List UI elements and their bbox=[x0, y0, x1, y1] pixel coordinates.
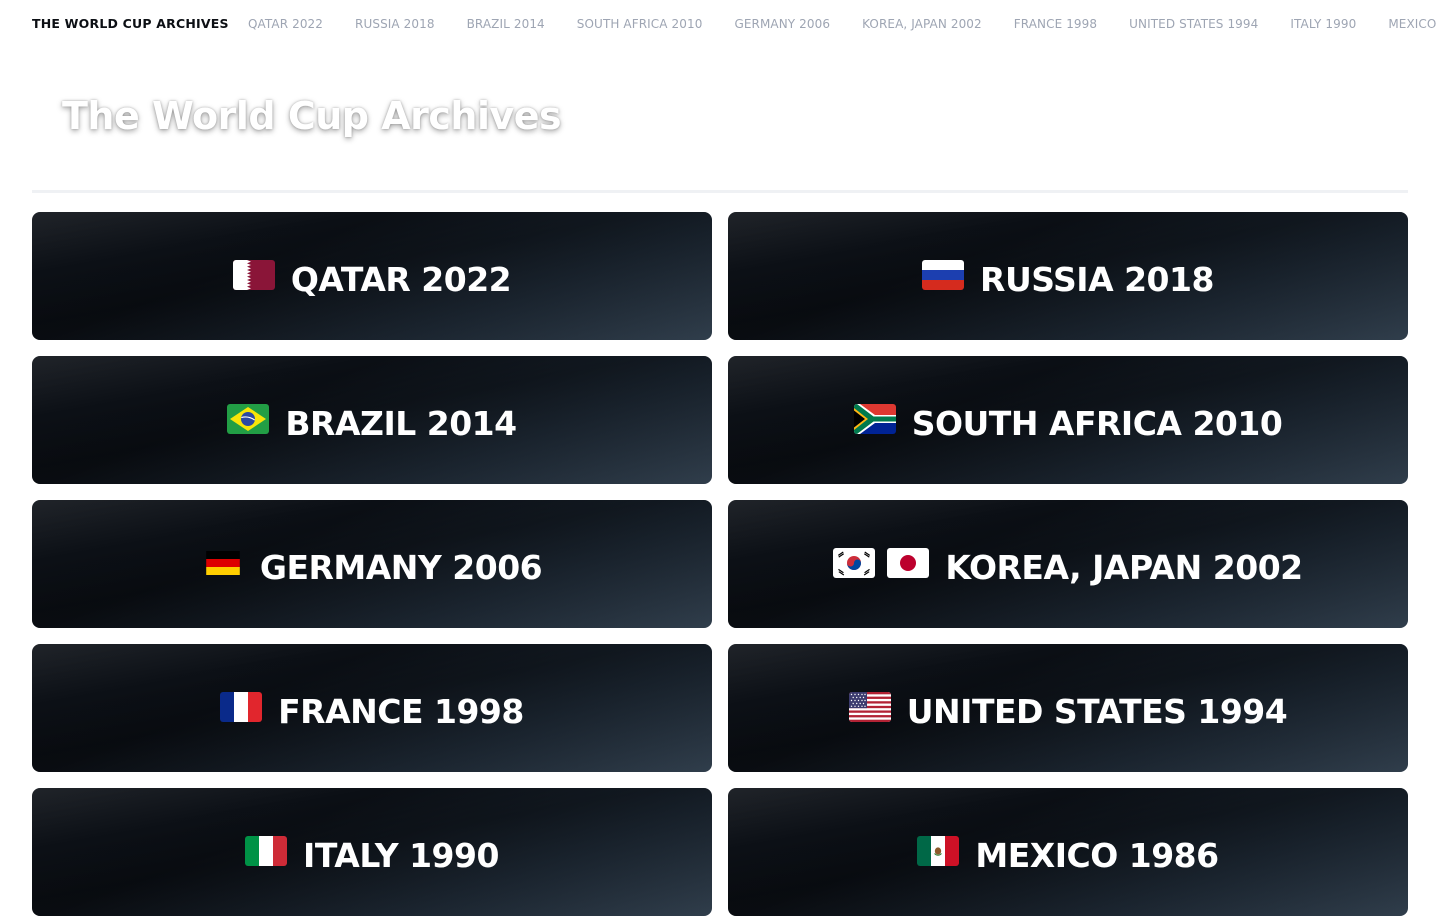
edition-card-united-states-1994[interactable]: UNITED STATES 1994 bbox=[728, 644, 1408, 772]
card-label: KOREA, JAPAN 2002 bbox=[945, 547, 1303, 587]
nav-link-south-africa-2010[interactable]: SOUTH AFRICA 2010 bbox=[577, 17, 703, 31]
card-label: RUSSIA 2018 bbox=[980, 259, 1214, 299]
card-flags bbox=[202, 551, 244, 575]
card-label: SOUTH AFRICA 2010 bbox=[911, 403, 1283, 443]
nav-link-qatar-2022[interactable]: QATAR 2022 bbox=[248, 17, 323, 31]
top-nav: THE WORLD CUP ARCHIVES QATAR 2022 RUSSIA… bbox=[0, 0, 1440, 48]
card-label: QATAR 2022 bbox=[290, 259, 512, 299]
divider bbox=[32, 190, 1408, 193]
edition-card-russia-2018[interactable]: RUSSIA 2018 bbox=[728, 212, 1408, 340]
card-flags bbox=[245, 836, 288, 866]
nav-link-united-states-1994[interactable]: UNITED STATES 1994 bbox=[1129, 17, 1258, 31]
nav-links: QATAR 2022 RUSSIA 2018 BRAZIL 2014 SOUTH… bbox=[248, 17, 1440, 31]
brazil-flag-icon bbox=[227, 404, 270, 434]
edition-card-korea-japan-2002[interactable]: KOREA, JAPAN 2002 bbox=[728, 500, 1408, 628]
card-flags bbox=[227, 404, 270, 434]
brand-link[interactable]: THE WORLD CUP ARCHIVES bbox=[32, 16, 229, 31]
japan-flag-icon bbox=[887, 548, 930, 578]
italy-flag-icon bbox=[245, 836, 288, 866]
card-content: MEXICO 1986 bbox=[917, 835, 1219, 875]
card-content: QATAR 2022 bbox=[232, 259, 512, 299]
germany-flag-icon bbox=[206, 551, 240, 575]
edition-card-italy-1990[interactable]: ITALY 1990 bbox=[32, 788, 712, 916]
card-flags bbox=[833, 548, 930, 578]
card-label: ITALY 1990 bbox=[303, 835, 499, 875]
card-flags bbox=[232, 260, 275, 290]
nav-link-france-1998[interactable]: FRANCE 1998 bbox=[1014, 17, 1097, 31]
nav-link-italy-1990[interactable]: ITALY 1990 bbox=[1290, 17, 1356, 31]
nav-link-brazil-2014[interactable]: BRAZIL 2014 bbox=[467, 17, 545, 31]
card-label: UNITED STATES 1994 bbox=[906, 691, 1288, 731]
edition-card-brazil-2014[interactable]: BRAZIL 2014 bbox=[32, 356, 712, 484]
nav-link-russia-2018[interactable]: RUSSIA 2018 bbox=[355, 17, 435, 31]
card-content: UNITED STATES 1994 bbox=[848, 691, 1288, 731]
card-content: BRAZIL 2014 bbox=[227, 403, 517, 443]
card-content: SOUTH AFRICA 2010 bbox=[853, 403, 1283, 443]
card-flags bbox=[220, 692, 263, 722]
edition-card-south-africa-2010[interactable]: SOUTH AFRICA 2010 bbox=[728, 356, 1408, 484]
card-label: MEXICO 1986 bbox=[975, 835, 1219, 875]
qatar-flag-icon bbox=[232, 260, 275, 290]
page-title: The World Cup Archives bbox=[62, 94, 562, 138]
nav-link-germany-2006[interactable]: GERMANY 2006 bbox=[734, 17, 830, 31]
edition-card-france-1998[interactable]: FRANCE 1998 bbox=[32, 644, 712, 772]
card-label: FRANCE 1998 bbox=[278, 691, 524, 731]
card-content: ITALY 1990 bbox=[245, 836, 499, 875]
card-label: GERMANY 2006 bbox=[259, 547, 543, 587]
card-content: RUSSIA 2018 bbox=[922, 260, 1214, 299]
card-flags bbox=[853, 404, 896, 434]
card-label: BRAZIL 2014 bbox=[285, 403, 517, 443]
card-flags bbox=[922, 260, 965, 290]
card-content: KOREA, JAPAN 2002 bbox=[833, 547, 1303, 587]
edition-card-mexico-1986[interactable]: MEXICO 1986 bbox=[728, 788, 1408, 916]
card-content: FRANCE 1998 bbox=[220, 692, 524, 731]
card-flags bbox=[848, 692, 891, 722]
card-content: GERMANY 2006 bbox=[202, 547, 543, 587]
korea-flag-icon bbox=[833, 548, 876, 578]
france-flag-icon bbox=[220, 692, 263, 722]
edition-card-germany-2006[interactable]: GERMANY 2006 bbox=[32, 500, 712, 628]
usa-flag-icon bbox=[848, 692, 891, 722]
card-flags bbox=[917, 836, 960, 866]
nav-link-mexico-1986[interactable]: MEXICO 1986 bbox=[1388, 17, 1440, 31]
nav-link-korea-japan-2002[interactable]: KOREA, JAPAN 2002 bbox=[862, 17, 982, 31]
mexico-flag-icon bbox=[917, 836, 960, 866]
south-africa-flag-icon bbox=[853, 404, 896, 434]
edition-card-qatar-2022[interactable]: QATAR 2022 bbox=[32, 212, 712, 340]
russia-flag-icon bbox=[922, 260, 965, 290]
edition-grid: QATAR 2022 RUSSIA 2018 BRAZIL 2014 SOUTH… bbox=[32, 212, 1408, 916]
